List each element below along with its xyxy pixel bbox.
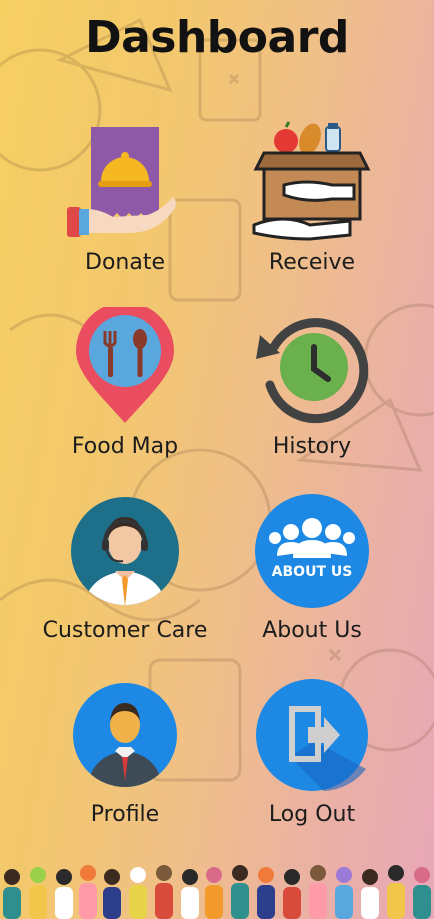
log-out-label: Log Out [268,802,356,827]
history-label: History [272,434,352,459]
about-us-button[interactable]: ABOUT US About Us [222,486,402,656]
profile-label: Profile [90,802,160,827]
receive-box-icon [247,118,377,248]
donate-button[interactable]: Donate [35,118,215,288]
crowd-illustration [3,865,431,919]
profile-button[interactable]: Profile [35,670,215,840]
history-button[interactable]: History [222,302,402,472]
about-us-badge-text: ABOUT US [272,564,353,580]
profile-avatar-icon [60,670,190,800]
food-map-button[interactable]: Food Map [35,302,215,472]
about-us-icon: ABOUT US [247,486,377,616]
customer-care-agent-icon [60,486,190,616]
customer-care-button[interactable]: Customer Care [35,486,215,656]
logout-icon [247,670,377,800]
donate-label: Donate [85,250,165,275]
about-us-label: About Us [262,618,362,643]
donate-icon [60,118,190,248]
food-map-pin-icon [60,302,190,432]
receive-label: Receive [268,250,356,275]
customer-care-label: Customer Care [42,618,208,643]
log-out-button[interactable]: Log Out [222,670,402,840]
history-clock-icon [247,302,377,432]
food-map-label: Food Map [71,434,179,459]
dashboard-grid: Donate Receive Food Map History Customer… [0,0,434,919]
receive-button[interactable]: Receive [222,118,402,288]
